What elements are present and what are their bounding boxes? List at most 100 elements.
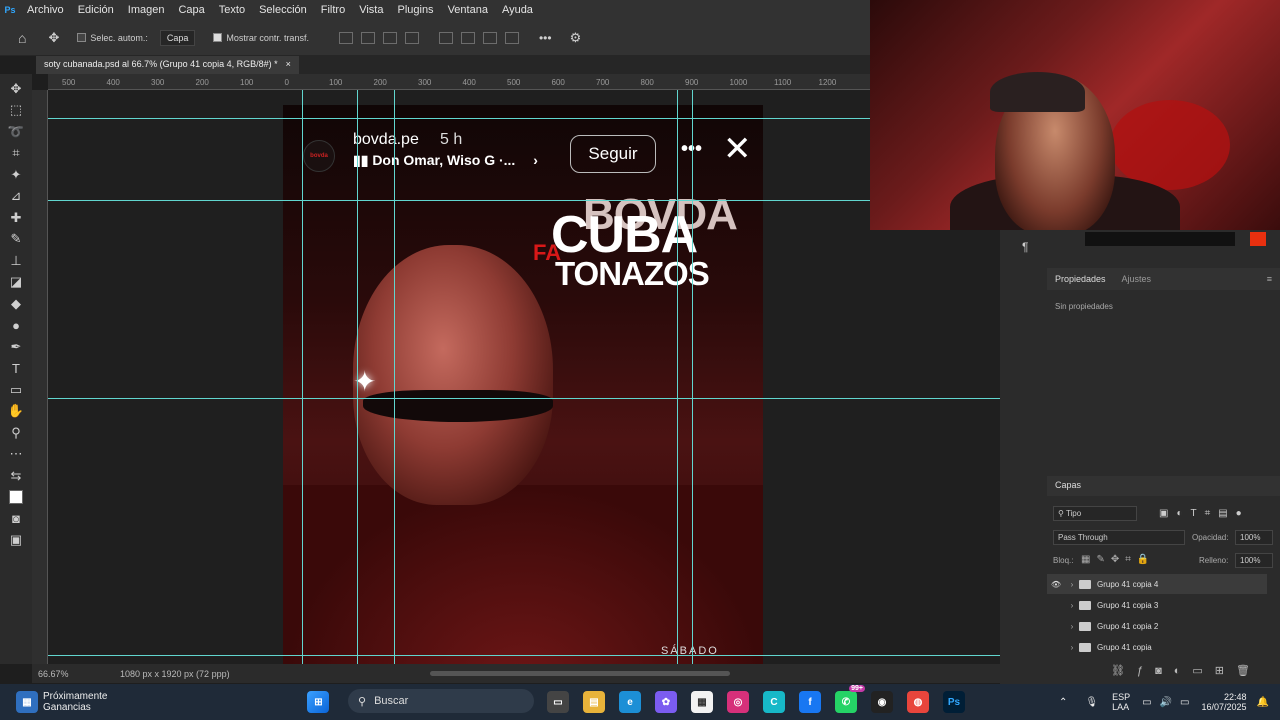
layer-row[interactable]: › Grupo 41 copia	[1047, 637, 1267, 657]
crop-tool-icon[interactable]: ⌗	[4, 143, 28, 165]
guide-horizontal[interactable]	[48, 118, 1000, 119]
align-left-icon[interactable]	[338, 31, 353, 44]
whatsapp-icon[interactable]: ✆ 99+	[835, 685, 865, 713]
distribute-icon[interactable]	[404, 31, 419, 44]
menu-plugins[interactable]: Plugins	[390, 4, 440, 16]
opacity-input[interactable]: 100%	[1235, 530, 1273, 545]
language-indicator[interactable]: ESP LAA	[1112, 692, 1130, 712]
eye-icon[interactable]: 👁	[1047, 580, 1065, 589]
layer-row[interactable]: 👁 › Grupo 41 copia 4	[1047, 574, 1267, 594]
quick-mask-icon[interactable]: ◙	[4, 508, 28, 530]
tab-adjustments[interactable]: Ajustes	[1114, 274, 1160, 284]
facebook-icon[interactable]: f	[799, 691, 821, 713]
document-info[interactable]: 1080 px x 1920 px (72 ppp)	[120, 669, 230, 679]
chevron-right-icon[interactable]: ›	[1065, 601, 1079, 610]
layers-title[interactable]: Capas	[1055, 480, 1081, 490]
dodge-tool-icon[interactable]: ●	[4, 315, 28, 337]
menu-vista[interactable]: Vista	[352, 4, 390, 16]
canva-icon[interactable]: C	[763, 691, 785, 713]
follow-button[interactable]: Seguir	[570, 135, 656, 173]
menu-capa[interactable]: Capa	[171, 4, 211, 16]
layer-action-icons[interactable]: ⛓ƒ◙◐▭⊞🗑	[1111, 664, 1262, 677]
close-tab-icon[interactable]: ×	[286, 59, 291, 71]
transform-checkbox[interactable]	[213, 33, 223, 42]
weather-widget-icon[interactable]: ▦	[16, 691, 38, 713]
edge-icon[interactable]: e	[619, 691, 641, 713]
rectangle-tool-icon[interactable]: ▭	[4, 379, 28, 401]
horizontal-scrollbar[interactable]	[429, 671, 730, 676]
menu-archivo[interactable]: Archivo	[20, 4, 71, 16]
menu-edicion[interactable]: Edición	[71, 4, 121, 16]
align-right-icon[interactable]	[382, 31, 397, 44]
story-song[interactable]: ▮▮ Don Omar, Wiso G ·... ›	[353, 152, 538, 169]
microphone-icon[interactable]: 🎙	[1085, 697, 1098, 708]
battery-icon[interactable]: ▭	[1180, 697, 1189, 708]
autoselect-option[interactable]: Selec. autom.:	[77, 33, 148, 43]
align-bottom-icon[interactable]	[482, 31, 497, 44]
screen-mode-icon[interactable]: ▣	[4, 530, 28, 552]
move-tool-icon[interactable]: ✥	[4, 78, 28, 100]
tab-properties[interactable]: Propiedades	[1047, 274, 1114, 284]
instagram-icon[interactable]: ◎	[727, 691, 749, 713]
autoselect-target-select[interactable]: Capa	[159, 29, 196, 46]
artboard[interactable]: ✦ bovda bovda.pe 5 h ▮▮ Don Omar, Wiso G…	[283, 105, 763, 664]
menu-filtro[interactable]: Filtro	[314, 4, 352, 16]
taskbar-search[interactable]: ⚲ Buscar	[348, 689, 534, 713]
volume-icon[interactable]: 🔊	[1160, 697, 1172, 708]
lock-icons[interactable]: ▦✎✥⌗🔒	[1081, 554, 1155, 565]
layer-filter-select[interactable]: ⚲ Tipo	[1053, 506, 1137, 521]
clock[interactable]: 22:48 16/07/2025	[1201, 692, 1246, 712]
layer-row[interactable]: › Grupo 41 copia 3	[1047, 595, 1267, 615]
pen-tool-icon[interactable]: ✒	[4, 336, 28, 358]
magic-wand-icon[interactable]: ✦	[4, 164, 28, 186]
layer-filter-icons[interactable]: ▣◐T⌗▤●	[1159, 508, 1250, 519]
story-username[interactable]: bovda.pe	[353, 131, 419, 149]
menu-ventana[interactable]: Ventana	[441, 4, 495, 16]
network-icon[interactable]: ▭	[1142, 697, 1151, 708]
layer-row[interactable]: › Grupo 41 copia 2	[1047, 616, 1267, 636]
type-tool-icon[interactable]: T	[4, 358, 28, 380]
more-options-button[interactable]: •••	[539, 31, 552, 45]
obs-icon[interactable]: ◉	[871, 691, 893, 713]
swap-colors-icon[interactable]: ⇆	[4, 465, 28, 487]
home-icon[interactable]: ⌂	[18, 30, 26, 46]
file-explorer-icon[interactable]: ▤	[583, 691, 605, 713]
chrome-icon[interactable]: ◍	[907, 691, 929, 713]
gear-icon[interactable]: ⚙	[570, 30, 582, 46]
color-swatches[interactable]	[4, 487, 28, 509]
menu-imagen[interactable]: Imagen	[121, 4, 172, 16]
chevron-right-icon[interactable]: ›	[1065, 643, 1079, 652]
guide-horizontal[interactable]	[48, 655, 1000, 656]
chevron-right-icon[interactable]: ›	[1065, 580, 1079, 589]
blend-mode-select[interactable]: Pass Through	[1053, 530, 1185, 545]
menu-texto[interactable]: Texto	[212, 4, 252, 16]
fill-input[interactable]: 100%	[1235, 553, 1273, 568]
zoom-tool-icon[interactable]: ⚲	[4, 422, 28, 444]
tray-chevron-icon[interactable]: ⌃	[1059, 697, 1067, 708]
brush-tool-icon[interactable]: ✎	[4, 229, 28, 251]
guide-vertical[interactable]	[677, 90, 678, 664]
panel-menu-icon[interactable]: ≡	[1267, 274, 1272, 284]
menu-ayuda[interactable]: Ayuda	[495, 4, 540, 16]
marquee-tool-icon[interactable]: ⬚	[4, 100, 28, 122]
menu-seleccion[interactable]: Selección	[252, 4, 314, 16]
lasso-tool-icon[interactable]: ➰	[4, 121, 28, 143]
windows-start-icon[interactable]: ⊞	[307, 691, 330, 713]
eyedropper-icon[interactable]: ⊿	[4, 186, 28, 208]
guide-vertical[interactable]	[692, 90, 693, 664]
notifications-icon[interactable]: 🔔	[1257, 697, 1269, 708]
zoom-level[interactable]: 66.67%	[38, 669, 108, 679]
photoshop-taskbar-icon[interactable]: Ps	[943, 691, 965, 713]
guide-horizontal[interactable]	[48, 398, 1000, 399]
paint-bucket-icon[interactable]: ◆	[4, 293, 28, 315]
weather-widget[interactable]: Próximamente Ganancias	[43, 691, 107, 713]
distribute-vertical-icon[interactable]	[504, 31, 519, 44]
hand-tool-icon[interactable]: ✋	[4, 401, 28, 423]
copilot-icon[interactable]: ✿	[655, 691, 677, 713]
transform-controls-option[interactable]: Mostrar contr. transf.	[213, 33, 309, 43]
healing-brush-icon[interactable]: ✚	[4, 207, 28, 229]
paragraph-icon[interactable]: ¶	[1022, 240, 1028, 254]
align-middle-icon[interactable]	[460, 31, 475, 44]
guide-horizontal[interactable]	[48, 200, 1000, 201]
store-icon[interactable]: ▦	[691, 691, 713, 713]
